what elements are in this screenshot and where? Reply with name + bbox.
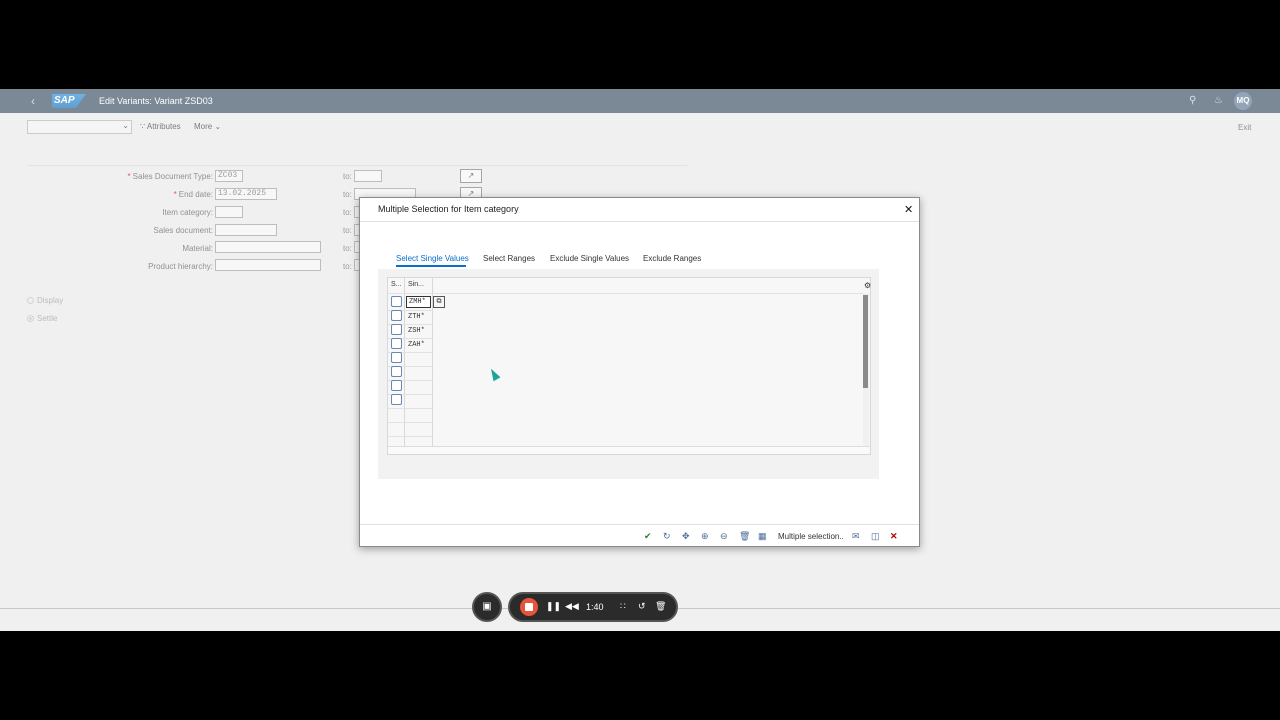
row-checkbox[interactable] <box>391 366 402 377</box>
row-checkbox[interactable] <box>391 324 402 335</box>
clipboard-icon[interactable]: ◫ <box>871 531 880 542</box>
cancel-icon[interactable]: ✕ <box>890 531 898 542</box>
tab-exclude-ranges[interactable]: Exclude Ranges <box>643 254 701 263</box>
divider <box>360 221 919 222</box>
insert-row-icon[interactable]: ⊕ <box>701 531 709 542</box>
single-value-input[interactable]: ZMH* <box>406 296 431 308</box>
comment-icon[interactable]: ✉ <box>852 531 860 542</box>
row-checkbox[interactable] <box>391 352 402 363</box>
row-divider <box>388 422 433 423</box>
horizontal-scrollbar[interactable] <box>388 446 870 454</box>
header-divider <box>388 293 868 294</box>
close-icon[interactable]: ✕ <box>904 203 913 216</box>
trash-icon[interactable]: 🗑 <box>739 531 750 542</box>
row-checkbox[interactable] <box>391 296 402 307</box>
single-value-cell[interactable]: ZAH* <box>408 341 425 349</box>
stop-recording-button[interactable] <box>520 598 538 616</box>
restart-icon[interactable]: ↺ <box>638 601 646 612</box>
divider <box>360 524 919 525</box>
multiple-selection-button[interactable]: Multiple selection.. <box>778 532 844 541</box>
row-divider <box>388 408 433 409</box>
single-value-cell[interactable]: ZTH* <box>408 313 425 321</box>
trash-icon[interactable]: 🗑 <box>655 601 666 612</box>
delete-row-icon[interactable]: ⊖ <box>720 531 728 542</box>
move-icon[interactable]: ✥ <box>682 531 690 542</box>
scrollbar-thumb[interactable] <box>863 295 868 388</box>
single-value-cell[interactable]: ZSH* <box>408 327 425 335</box>
table-settings-icon[interactable]: ⚙ <box>864 281 871 290</box>
value-help-icon[interactable]: ⧉ <box>433 296 445 308</box>
column-divider <box>404 278 405 446</box>
rewind-icon[interactable]: ◀◀ <box>565 601 579 612</box>
camera-toggle-button[interactable]: ▣ <box>472 592 502 622</box>
column-header-single-value[interactable]: Sin... <box>408 281 424 288</box>
checkmark-icon[interactable]: ✔ <box>644 531 652 542</box>
column-header-select[interactable]: S... <box>391 281 402 288</box>
row-checkbox[interactable] <box>391 380 402 391</box>
row-divider <box>388 436 433 437</box>
multiple-selection-dialog: Multiple Selection for Item category ✕ S… <box>359 197 920 547</box>
import-icon[interactable]: ↻ <box>663 531 671 542</box>
pause-icon[interactable]: ❚❚ <box>546 601 561 612</box>
row-checkbox[interactable] <box>391 310 402 321</box>
recorder-controls: ❚❚ ◀◀ 1:40 ∷ ↺ 🗑 <box>508 592 678 622</box>
recording-time: 1:40 <box>586 602 604 612</box>
grid-icon[interactable]: ∷ <box>620 601 626 612</box>
active-tab-indicator <box>396 265 466 267</box>
camera-icon: ▣ <box>482 601 492 612</box>
upload-icon[interactable]: ▦ <box>758 531 767 542</box>
tab-select-ranges[interactable]: Select Ranges <box>483 254 535 263</box>
tab-exclude-single-values[interactable]: Exclude Single Values <box>550 254 629 263</box>
row-checkbox[interactable] <box>391 338 402 349</box>
values-table: S... Sin... ⚙ ZMH* ⧉ ZTH* ZSH* ZAH* <box>387 277 871 455</box>
dialog-title: Multiple Selection for Item category <box>378 204 519 214</box>
row-checkbox[interactable] <box>391 394 402 405</box>
tab-select-single-values[interactable]: Select Single Values <box>396 254 469 263</box>
